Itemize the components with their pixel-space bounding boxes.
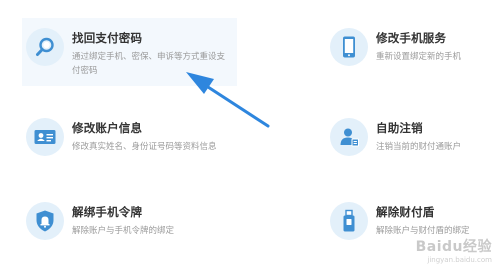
service-description: 注销当前的财付通账户 xyxy=(376,142,462,152)
watermark-url: jingyan.baidu.com xyxy=(427,256,492,264)
service-title: 修改手机服务 xyxy=(376,31,447,45)
service-description: 解除账户与手机令牌的绑定 xyxy=(72,226,175,236)
watermark-logo: Baidu经验 xyxy=(415,239,492,255)
service-unbind-token[interactable]: 解绑手机令牌 解除账户与手机令牌的绑定 xyxy=(22,192,237,260)
service-title: 修改账户信息 xyxy=(72,121,143,135)
service-title: 解除财付盾 xyxy=(376,205,435,219)
service-page: 找回支付密码 通过绑定手机、密保、申诉等方式重设支付密码 修改手机服务 重新设置… xyxy=(0,0,500,268)
service-description: 通过绑定手机、密保、申诉等方式重设支付密码 xyxy=(72,52,226,76)
watermark: Baidu经验 jingyan.baidu.com xyxy=(416,236,492,264)
service-self-cancel[interactable]: 自助注销 注销当前的财付通账户 xyxy=(326,108,500,176)
phone-icon xyxy=(330,28,368,66)
service-modify-account[interactable]: 修改账户信息 修改真实姓名、身份证号码等资料信息 xyxy=(22,108,237,176)
id-card-icon xyxy=(26,118,64,156)
magnifier-icon xyxy=(26,28,64,66)
service-change-phone[interactable]: 修改手机服务 重新设置绑定新的手机 xyxy=(326,18,500,86)
service-description: 修改真实姓名、身份证号码等资料信息 xyxy=(72,142,217,152)
service-find-password[interactable]: 找回支付密码 通过绑定手机、密保、申诉等方式重设支付密码 xyxy=(22,18,237,86)
user-cancel-icon xyxy=(330,118,368,156)
service-title: 自助注销 xyxy=(376,121,423,135)
usb-key-icon xyxy=(330,202,368,240)
shield-bell-icon xyxy=(26,202,64,240)
service-title: 解绑手机令牌 xyxy=(72,205,143,219)
service-description: 重新设置绑定新的手机 xyxy=(376,52,462,62)
service-title: 找回支付密码 xyxy=(72,31,143,45)
